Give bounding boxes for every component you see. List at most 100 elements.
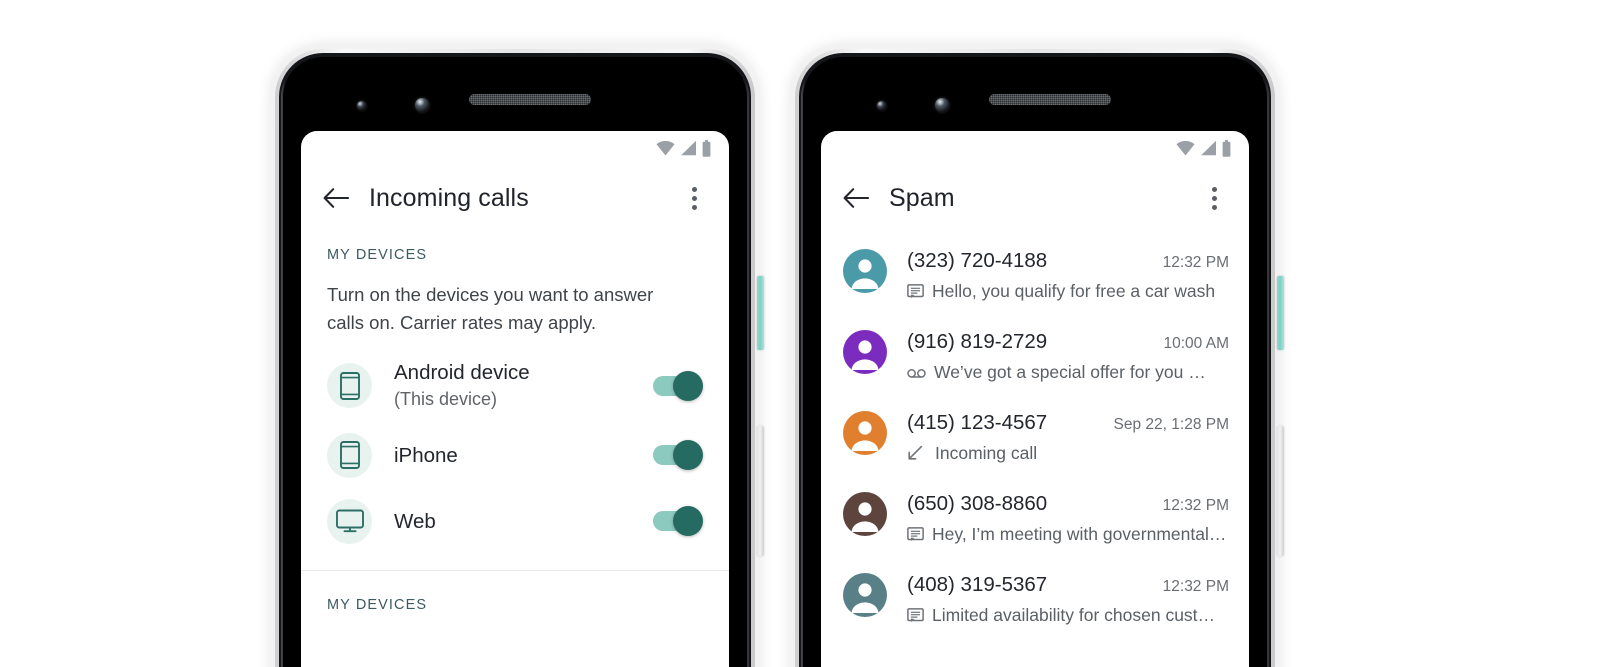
timestamp: Sep 22, 1:28 PM: [1113, 416, 1229, 433]
incoming-call-icon: [908, 445, 923, 460]
power-button-right[interactable]: [1277, 276, 1284, 350]
snippet-text: Hey, I’m meeting with governmental …: [932, 524, 1229, 544]
list-item-snippet: Incoming call: [907, 440, 1229, 466]
volume-button-right[interactable]: [1277, 426, 1284, 556]
page-title: Incoming calls: [369, 183, 529, 212]
overflow-menu-button[interactable]: [1199, 181, 1229, 215]
list-item-header: (408) 319-5367 12:32 PM: [907, 571, 1229, 601]
list-item[interactable]: (415) 123-4567 Sep 22, 1:28 PM Incoming …: [821, 397, 1249, 478]
list-item-header: (415) 123-4567 Sep 22, 1:28 PM: [907, 409, 1229, 439]
screen-spam: Spam (323) 720-4188 12:32 PM Hello, you …: [821, 131, 1249, 667]
message-icon: [907, 526, 924, 541]
wifi-icon: [656, 140, 675, 155]
phone-number: (650) 308-8860: [907, 492, 1048, 515]
list-item-snippet: Hey, I’m meeting with governmental …: [907, 521, 1229, 547]
earpiece-speaker: [989, 94, 1111, 105]
device-row-android[interactable]: Android device (This device): [301, 349, 729, 422]
overflow-menu-icon: [691, 186, 697, 192]
overflow-menu-button[interactable]: [679, 181, 709, 215]
avatar: [843, 330, 887, 374]
phone-device-icon: [339, 371, 360, 400]
overflow-menu-icon: [691, 204, 697, 210]
snippet-text: We’ve got a special offer for you …: [934, 362, 1206, 382]
device-row-web[interactable]: Web: [301, 488, 729, 554]
person-icon: [851, 502, 879, 532]
timestamp: 12:32 PM: [1162, 578, 1229, 595]
device-name: Web: [394, 509, 436, 533]
list-item-header: (916) 819-2729 10:00 AM: [907, 328, 1229, 358]
device-labels: Web: [394, 508, 653, 535]
device-icon-wrapper: [327, 363, 372, 408]
snippet-text: Incoming call: [935, 443, 1038, 463]
phone-mockup-left: Incoming calls MY DEVICES Turn on the de…: [270, 44, 764, 667]
person-icon: [851, 583, 879, 613]
spam-call-list: (323) 720-4188 12:32 PM Hello, you quali…: [821, 231, 1249, 640]
list-item-body: (916) 819-2729 10:00 AM We’ve got a spec…: [907, 328, 1229, 385]
overflow-menu-icon: [691, 195, 697, 201]
device-name: Android device: [394, 361, 530, 384]
phone-mockup-right: Spam (323) 720-4188 12:32 PM Hello, you …: [790, 44, 1284, 667]
phone-number: (415) 123-4567: [907, 411, 1048, 434]
list-item-body: (323) 720-4188 12:32 PM Hello, you quali…: [907, 247, 1229, 304]
list-item-snippet: We’ve got a special offer for you …: [907, 359, 1229, 385]
snippet-text: Hello, you qualify for free a car wash: [932, 281, 1216, 301]
monitor-device-icon: [335, 509, 364, 533]
list-item-header: (650) 308-8860 12:32 PM: [907, 490, 1229, 520]
device-row-iphone[interactable]: iPhone: [301, 422, 729, 488]
list-item[interactable]: (408) 319-5367 12:32 PM Limited availabi…: [821, 559, 1249, 640]
device-name: iPhone: [394, 443, 458, 467]
signal-icon: [1201, 140, 1216, 156]
proximity-sensor-icon: [877, 101, 886, 110]
back-button[interactable]: [319, 181, 353, 215]
phone-number: (323) 720-4188: [907, 249, 1048, 272]
avatar: [843, 492, 887, 536]
status-bar-left: [301, 131, 729, 165]
snippet-text: Limited availability for chosen cust…: [932, 605, 1216, 625]
section-header-my-devices: MY DEVICES: [327, 247, 428, 263]
phone-front-glass-left: Incoming calls MY DEVICES Turn on the de…: [283, 57, 747, 667]
device-subtitle: (This device): [394, 389, 498, 409]
list-item-body: (408) 319-5367 12:32 PM Limited availabi…: [907, 571, 1229, 628]
section-description: Turn on the devices you want to answer c…: [327, 284, 654, 333]
list-item[interactable]: (916) 819-2729 10:00 AM We’ve got a spec…: [821, 316, 1249, 397]
overflow-menu-icon: [1211, 204, 1217, 210]
list-item-snippet: Hello, you qualify for free a car wash: [907, 278, 1229, 304]
back-arrow-icon: [323, 188, 349, 208]
avatar: [843, 573, 887, 617]
list-item[interactable]: (650) 308-8860 12:32 PM Hey, I’m meeting…: [821, 478, 1249, 559]
screenshot-stage: Incoming calls MY DEVICES Turn on the de…: [0, 0, 1600, 667]
device-toggle-android[interactable]: [653, 370, 703, 401]
battery-icon: [1222, 139, 1231, 157]
page-title: Spam: [889, 183, 955, 212]
front-camera-icon: [935, 98, 949, 112]
device-toggle-web[interactable]: [653, 506, 703, 536]
phone-front-glass-right: Spam (323) 720-4188 12:32 PM Hello, you …: [803, 57, 1267, 667]
power-button-left[interactable]: [757, 276, 764, 350]
device-labels: Android device (This device): [394, 359, 653, 412]
message-icon: [907, 607, 924, 622]
timestamp: 10:00 AM: [1163, 335, 1230, 352]
timestamp: 12:32 PM: [1162, 497, 1229, 514]
person-icon: [851, 421, 879, 451]
person-icon: [851, 340, 879, 370]
device-toggle-iphone[interactable]: [653, 440, 703, 470]
overflow-menu-icon: [1211, 195, 1217, 201]
app-bar-right: Spam: [821, 165, 1249, 231]
volume-button-left[interactable]: [757, 426, 764, 556]
back-button[interactable]: [839, 181, 873, 215]
toggle-thumb: [673, 506, 703, 536]
list-item[interactable]: (323) 720-4188 12:32 PM Hello, you quali…: [821, 235, 1249, 316]
timestamp: 12:32 PM: [1162, 254, 1229, 271]
phone-device-icon: [339, 441, 360, 469]
device-icon-wrapper: [327, 432, 372, 478]
back-arrow-icon: [843, 188, 869, 208]
overflow-menu-icon: [1211, 186, 1217, 192]
toggle-thumb: [673, 370, 703, 401]
battery-icon: [702, 139, 711, 157]
avatar: [843, 411, 887, 455]
earpiece-speaker: [469, 94, 591, 105]
device-list: Android device (This device) iPhone Web: [301, 337, 729, 554]
app-bar-left: Incoming calls: [301, 165, 729, 231]
device-labels: iPhone: [394, 442, 653, 469]
list-item-body: (415) 123-4567 Sep 22, 1:28 PM Incoming …: [907, 409, 1229, 466]
